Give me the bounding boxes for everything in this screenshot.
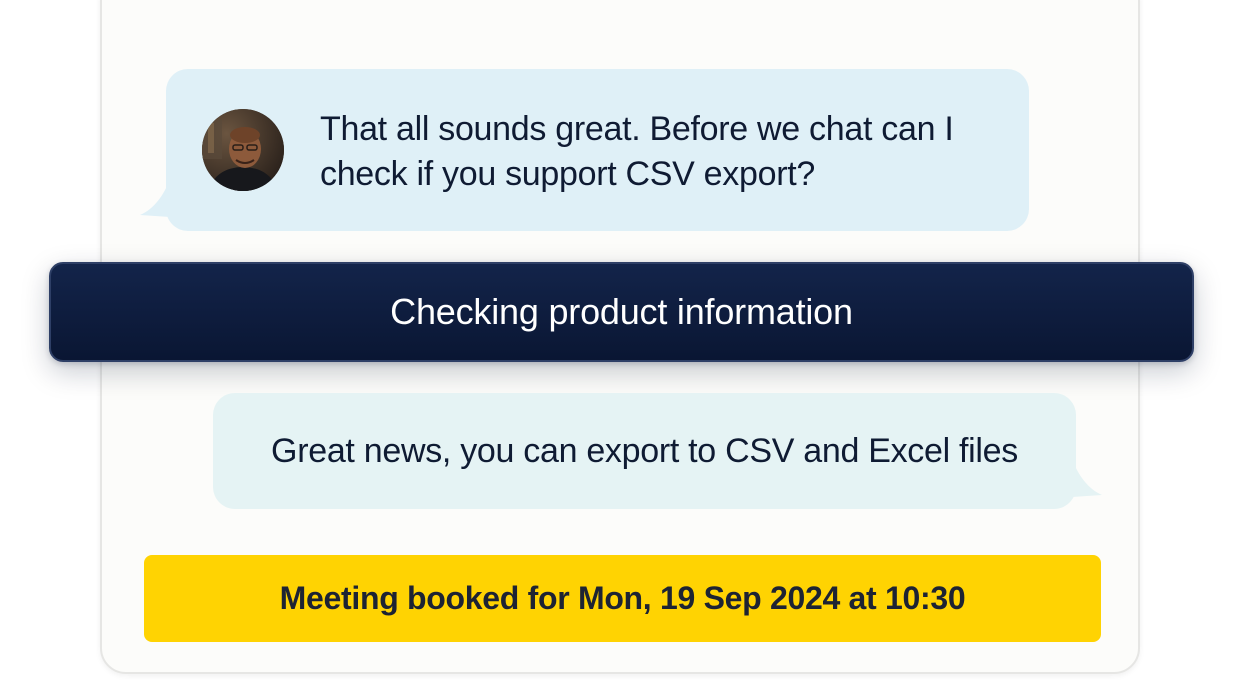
avatar <box>202 109 284 191</box>
booking-label: Meeting booked for Mon, 19 Sep 2024 at 1… <box>279 580 966 616</box>
bot-message-bubble: Great news, you can export to CSV and Ex… <box>213 393 1102 509</box>
status-bar: Checking product information <box>49 262 1194 362</box>
user-message-text: That all sounds great. Before we chat ca… <box>320 110 954 193</box>
bot-message-text: Great news, you can export to CSV and Ex… <box>271 431 1018 470</box>
user-message-bubble: That all sounds great. Before we chat ca… <box>140 69 1029 231</box>
chat-stage: That all sounds great. Before we chat ca… <box>0 0 1242 682</box>
bubble-tail-left <box>140 179 170 217</box>
avatar-photo-icon <box>202 109 284 191</box>
bubble-tail-right <box>1072 459 1102 497</box>
status-label: Checking product information <box>390 291 853 332</box>
booking-banner: Meeting booked for Mon, 19 Sep 2024 at 1… <box>144 555 1101 642</box>
